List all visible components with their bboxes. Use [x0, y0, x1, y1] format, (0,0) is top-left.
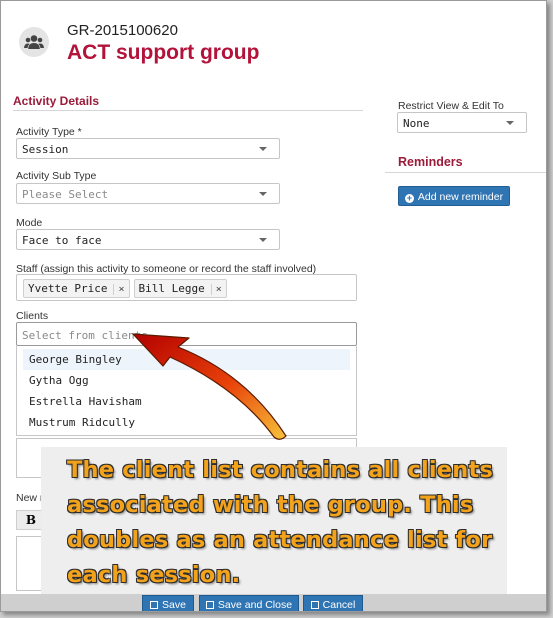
mode-value: Face to face [22, 234, 102, 247]
save-close-button[interactable]: Save and Close [199, 595, 299, 611]
cancel-button[interactable]: Cancel [303, 595, 363, 611]
clients-label: Clients [16, 310, 49, 322]
activity-type-value: Session [22, 143, 69, 156]
restrict-label: Restrict View & Edit To [398, 100, 504, 112]
add-reminder-button[interactable]: + Add new reminder [398, 186, 510, 206]
add-reminder-label: Add new reminder [417, 191, 504, 203]
staff-multiselect[interactable]: Yvette Price × Bill Legge × [16, 274, 357, 301]
restrict-select[interactable]: None [397, 112, 527, 133]
staff-tag: Yvette Price × [23, 279, 130, 298]
group-avatar [19, 27, 49, 57]
staff-tag-name: Yvette Price [28, 282, 108, 295]
reminders-divider [385, 172, 546, 173]
mode-label: Mode [16, 217, 43, 229]
mode-select[interactable]: Face to face [16, 229, 280, 250]
staff-tag-name: Bill Legge [138, 282, 205, 295]
chevron-down-icon [259, 238, 267, 242]
trash-icon [310, 600, 319, 609]
users-icon [24, 35, 44, 49]
cancel-label: Cancel [322, 598, 356, 611]
activity-type-select[interactable]: Session [16, 138, 280, 159]
save-close-label: Save and Close [217, 598, 293, 611]
chevron-down-icon [259, 147, 267, 151]
staff-tag: Bill Legge × [133, 279, 227, 298]
remove-tag-icon[interactable]: × [113, 284, 125, 295]
restrict-value: None [403, 117, 430, 130]
save-button[interactable]: Save [142, 595, 194, 611]
save-label: Save [162, 598, 186, 611]
section-divider [13, 110, 363, 111]
activity-details-title: Activity Details [13, 94, 100, 108]
plus-circle-icon: + [404, 193, 414, 203]
callout-text: The client list contains all clients ass… [67, 457, 494, 588]
remove-tag-icon[interactable]: × [210, 284, 222, 295]
activity-sub-type-label: Activity Sub Type [16, 170, 97, 182]
chevron-down-icon [259, 192, 267, 196]
reminders-title: Reminders [398, 155, 463, 169]
group-name: ACT support group [67, 41, 260, 64]
chevron-down-icon [506, 121, 514, 125]
floppy-icon [205, 600, 214, 609]
activity-type-label: Activity Type * [16, 126, 82, 138]
activity-dialog: GR-2015100620 ACT support group Activity… [0, 0, 547, 612]
floppy-icon [150, 600, 159, 609]
group-id: GR-2015100620 [67, 22, 178, 39]
activity-sub-type-select[interactable]: Please Select [16, 183, 280, 204]
annotation-arrow [132, 333, 287, 440]
activity-sub-type-placeholder: Please Select [22, 188, 109, 201]
